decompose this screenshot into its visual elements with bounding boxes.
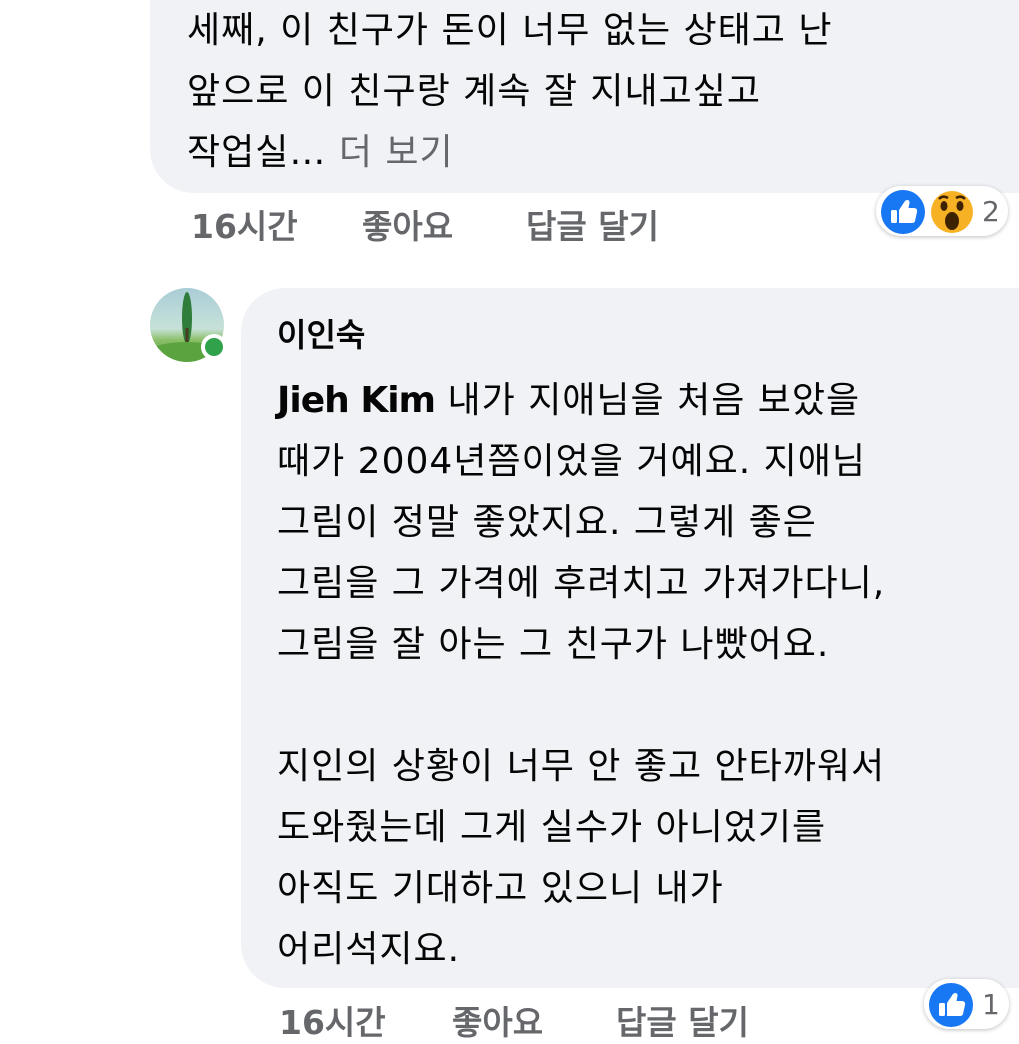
- comment-author[interactable]: 이인숙: [277, 310, 365, 356]
- like-icon: [881, 190, 925, 234]
- reactions-summary[interactable]: 1: [924, 979, 1009, 1029]
- mention-tag[interactable]: Jieh Kim: [277, 380, 436, 421]
- reaction-count: 2: [982, 195, 1000, 228]
- like-button[interactable]: 좋아요: [362, 200, 453, 248]
- wow-icon: [929, 189, 975, 235]
- reply-button[interactable]: 답글 달기: [616, 996, 749, 1044]
- reaction-count: 1: [982, 988, 1000, 1021]
- like-button[interactable]: 좋아요: [452, 996, 543, 1044]
- comment-text: Jieh Kim 내가 지애님을 처음 보았을 때가 2004년쯤이었을 거예요…: [277, 370, 997, 980]
- see-more-link[interactable]: 더 보기: [339, 132, 454, 173]
- comment-body: 내가 지애님을 처음 보았을 때가 2004년쯤이었을 거예요. 지애님 그림이…: [277, 380, 886, 970]
- comment-body: 세째, 이 친구가 돈이 너무 없는 상태고 난 앞으로 이 친구랑 계속 잘 …: [187, 10, 833, 173]
- like-icon: [929, 983, 973, 1027]
- comment-text: 세째, 이 친구가 돈이 너무 없는 상태고 난 앞으로 이 친구랑 계속 잘 …: [187, 0, 987, 183]
- comment-timestamp[interactable]: 16시간: [191, 200, 298, 248]
- reply-button[interactable]: 답글 달기: [526, 200, 659, 248]
- comment-timestamp[interactable]: 16시간: [279, 996, 386, 1044]
- online-status-dot: [201, 334, 227, 360]
- reactions-summary[interactable]: 2: [876, 186, 1008, 236]
